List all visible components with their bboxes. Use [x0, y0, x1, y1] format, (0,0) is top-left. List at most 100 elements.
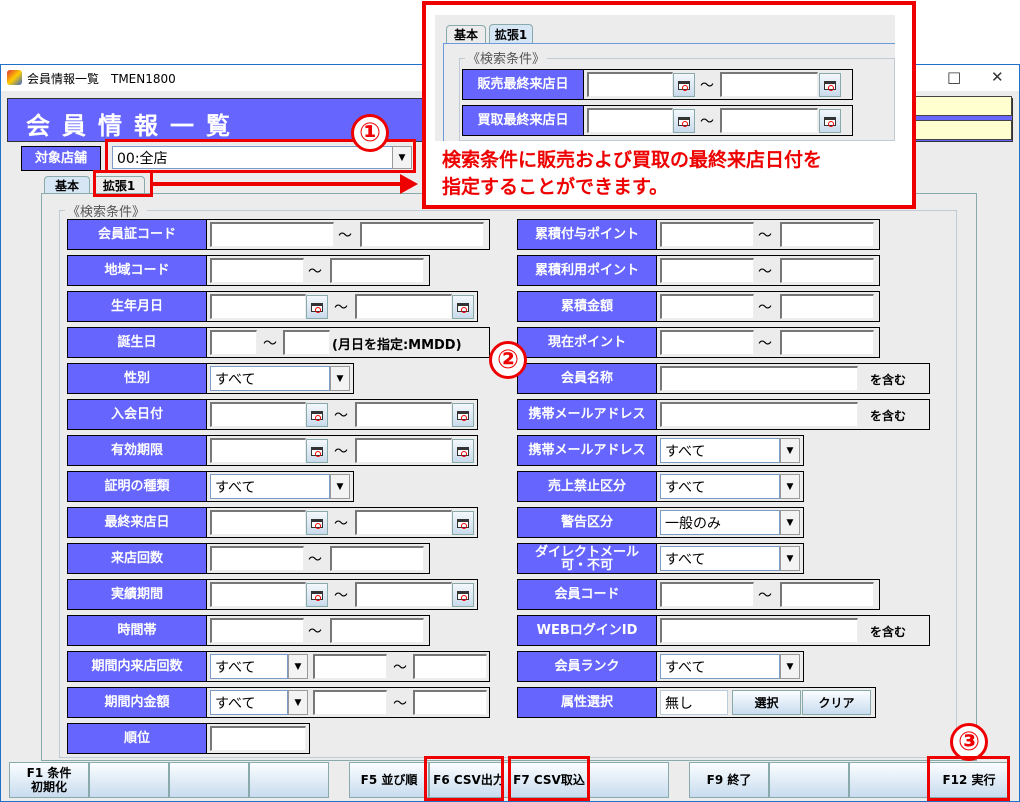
select-field[interactable]: すべて — [210, 366, 330, 391]
function-key-9[interactable]: F9 終了 — [689, 762, 769, 798]
range-from-input[interactable] — [313, 690, 387, 715]
date-from-input[interactable] — [210, 582, 306, 607]
range-to-input[interactable] — [780, 330, 874, 355]
chevron-down-icon[interactable]: ▼ — [330, 474, 350, 499]
range-to-input[interactable] — [780, 258, 874, 283]
select-field[interactable]: すべて — [660, 546, 780, 571]
function-key-11[interactable] — [849, 762, 929, 798]
range-from-input[interactable] — [210, 618, 304, 643]
mmdd-to-input[interactable] — [283, 330, 330, 355]
callout-calendar-icon[interactable] — [819, 109, 841, 133]
field-label: 実績期間 — [67, 579, 207, 610]
range-from-input[interactable] — [660, 330, 754, 355]
calendar-icon[interactable] — [452, 511, 474, 535]
calendar-icon[interactable] — [306, 583, 328, 607]
tilde-separator: ～ — [758, 264, 772, 280]
date-to-input[interactable] — [355, 582, 452, 607]
callout-calendar-icon[interactable] — [673, 73, 695, 97]
range-to-input[interactable] — [780, 294, 874, 319]
calendar-icon[interactable] — [452, 403, 474, 427]
close-button[interactable]: ✕ — [991, 68, 1004, 86]
calendar-icon[interactable] — [306, 295, 328, 319]
range-from-input[interactable] — [210, 258, 304, 283]
attribute-select-button[interactable]: 選択 — [732, 690, 801, 715]
chevron-down-icon[interactable]: ▼ — [780, 438, 800, 463]
date-to-input[interactable] — [355, 294, 452, 319]
date-from-input[interactable] — [210, 438, 306, 463]
select-field[interactable]: すべて — [210, 474, 330, 499]
callout-calendar-icon[interactable] — [673, 109, 695, 133]
text-input[interactable] — [660, 402, 858, 427]
range-to-input[interactable] — [330, 618, 424, 643]
function-key-2[interactable] — [89, 762, 169, 798]
calendar-icon[interactable] — [452, 439, 474, 463]
range-from-input[interactable] — [210, 546, 304, 571]
date-to-input[interactable] — [355, 510, 452, 535]
calendar-icon[interactable] — [306, 511, 328, 535]
select-field[interactable]: すべて — [210, 690, 288, 715]
function-key-1[interactable]: F1 条件 初期化 — [9, 762, 89, 798]
function-key-5[interactable]: F5 並び順 — [349, 762, 429, 798]
range-from-input[interactable] — [210, 222, 334, 247]
date-from-input[interactable] — [210, 294, 306, 319]
range-to-input[interactable] — [780, 222, 874, 247]
rank-input[interactable] — [210, 726, 306, 751]
chevron-down-icon[interactable]: ▼ — [288, 690, 308, 715]
attribute-value: 無し — [660, 690, 728, 715]
function-key-10[interactable] — [769, 762, 849, 798]
select-field[interactable]: すべて — [660, 438, 780, 463]
function-key-4[interactable] — [249, 762, 329, 798]
date-to-input[interactable] — [355, 402, 452, 427]
calendar-icon[interactable] — [306, 403, 328, 427]
select-field[interactable]: すべて — [210, 654, 288, 679]
chevron-down-icon[interactable]: ▼ — [780, 654, 800, 679]
maximize-button[interactable]: □ — [947, 68, 961, 86]
callout-date-to — [720, 108, 818, 133]
info-field-2 — [904, 120, 1012, 140]
tilde-separator: ～ — [758, 588, 772, 604]
calendar-icon[interactable] — [452, 295, 474, 319]
range-from-input[interactable] — [660, 294, 754, 319]
date-from-input[interactable] — [210, 510, 306, 535]
field-label: 携帯メールアドレス — [517, 435, 657, 466]
range-to-input[interactable] — [780, 582, 874, 607]
range-from-input[interactable] — [660, 582, 754, 607]
range-from-input[interactable] — [660, 222, 754, 247]
chevron-down-icon[interactable]: ▼ — [780, 510, 800, 535]
field-label: 携帯メールアドレス — [517, 399, 657, 430]
field-label: 期間内金額 — [67, 687, 207, 718]
date-to-input[interactable] — [355, 438, 452, 463]
tab-basic[interactable]: 基本 — [44, 176, 90, 194]
chevron-down-icon[interactable]: ▼ — [330, 366, 350, 391]
calendar-icon[interactable] — [306, 439, 328, 463]
function-key-8[interactable] — [589, 762, 669, 798]
text-input[interactable] — [660, 366, 858, 391]
select-field[interactable]: すべて — [660, 654, 780, 679]
date-from-input[interactable] — [210, 402, 306, 427]
range-to-input[interactable] — [330, 258, 424, 283]
range-from-input[interactable] — [313, 654, 387, 679]
calendar-icon[interactable] — [452, 583, 474, 607]
text-input[interactable] — [660, 618, 858, 643]
callout-date-from — [587, 72, 673, 97]
range-to-input[interactable] — [413, 690, 487, 715]
store-label: 対象店舗 — [21, 146, 101, 171]
chevron-down-icon[interactable]: ▼ — [780, 546, 800, 571]
field-label: 生年月日 — [67, 291, 207, 322]
range-to-input[interactable] — [360, 222, 484, 247]
range-from-input[interactable] — [660, 258, 754, 283]
function-key-3[interactable] — [169, 762, 249, 798]
chevron-down-icon[interactable]: ▼ — [288, 654, 308, 679]
mmdd-from-input[interactable] — [210, 330, 257, 355]
range-to-input[interactable] — [330, 546, 424, 571]
field-label: 現在ポイント — [517, 327, 657, 358]
chevron-down-icon[interactable]: ▼ — [780, 474, 800, 499]
attribute-clear-button[interactable]: クリア — [802, 690, 871, 715]
tilde-separator: ～ — [758, 228, 772, 244]
range-to-input[interactable] — [413, 654, 487, 679]
select-field[interactable]: 一般のみ — [660, 510, 780, 535]
field-label: 誕生日 — [67, 327, 207, 358]
tilde-separator: ～ — [308, 624, 322, 640]
select-field[interactable]: すべて — [660, 474, 780, 499]
callout-calendar-icon[interactable] — [819, 73, 841, 97]
